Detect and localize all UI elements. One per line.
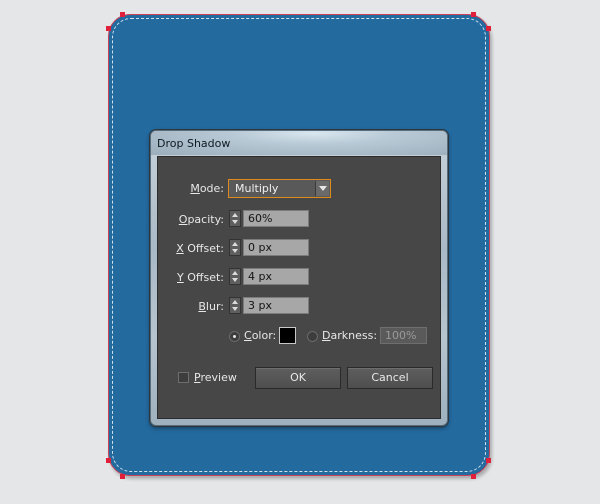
- anchor-point-top-left-2[interactable]: [106, 26, 111, 31]
- blur-stepper[interactable]: [229, 297, 241, 314]
- mode-select[interactable]: Multiply: [228, 179, 331, 198]
- arrow-down-icon[interactable]: [232, 278, 238, 282]
- darkness-input: 100%: [380, 327, 427, 344]
- arrow-down-icon[interactable]: [232, 249, 238, 253]
- arrow-up-icon[interactable]: [232, 271, 238, 275]
- opacity-stepper[interactable]: [229, 210, 241, 227]
- arrow-down-icon[interactable]: [232, 307, 238, 311]
- arrow-up-icon[interactable]: [232, 242, 238, 246]
- y-offset-input[interactable]: 4 px: [243, 268, 309, 285]
- drop-shadow-dialog: Drop Shadow Mode: Multiply Opacity: 60% …: [150, 130, 448, 426]
- dialog-title: Drop Shadow: [157, 137, 231, 150]
- blur-input[interactable]: 3 px: [243, 297, 309, 314]
- blur-label: Blur:: [198, 300, 224, 313]
- preview-checkbox[interactable]: [178, 372, 189, 383]
- anchor-point-bottom-left[interactable]: [106, 458, 111, 463]
- opacity-input[interactable]: 60%: [243, 210, 309, 227]
- arrow-down-icon[interactable]: [232, 220, 238, 224]
- anchor-point-top-right[interactable]: [471, 12, 476, 17]
- x-offset-stepper[interactable]: [229, 239, 241, 256]
- arrow-up-icon[interactable]: [232, 213, 238, 217]
- chevron-down-icon[interactable]: [315, 181, 329, 196]
- color-radio[interactable]: [229, 331, 240, 342]
- cancel-button[interactable]: Cancel: [347, 367, 433, 389]
- anchor-point-bottom-right[interactable]: [471, 474, 476, 479]
- preview-label[interactable]: Preview: [194, 371, 237, 384]
- anchor-point-bottom-left-2[interactable]: [120, 474, 125, 479]
- darkness-label[interactable]: Darkness:: [322, 329, 377, 342]
- anchor-point-top-left[interactable]: [120, 12, 125, 17]
- arrow-up-icon[interactable]: [232, 300, 238, 304]
- color-label[interactable]: Color:: [244, 329, 276, 342]
- mode-select-value: Multiply: [235, 182, 279, 195]
- x-offset-label: X Offset:: [176, 242, 224, 255]
- darkness-radio[interactable]: [307, 331, 318, 342]
- dialog-body: Mode: Multiply Opacity: 60% X Offset: 0 …: [157, 156, 441, 419]
- ok-button[interactable]: OK: [255, 367, 341, 389]
- y-offset-stepper[interactable]: [229, 268, 241, 285]
- color-swatch[interactable]: [279, 327, 296, 344]
- anchor-point-bottom-right-2[interactable]: [486, 458, 491, 463]
- mode-label: Mode:: [190, 182, 224, 195]
- dialog-titlebar[interactable]: Drop Shadow: [151, 131, 447, 155]
- y-offset-label: Y Offset:: [177, 271, 224, 284]
- x-offset-input[interactable]: 0 px: [243, 239, 309, 256]
- anchor-point-top-right-2[interactable]: [486, 26, 491, 31]
- opacity-label: Opacity:: [178, 213, 224, 226]
